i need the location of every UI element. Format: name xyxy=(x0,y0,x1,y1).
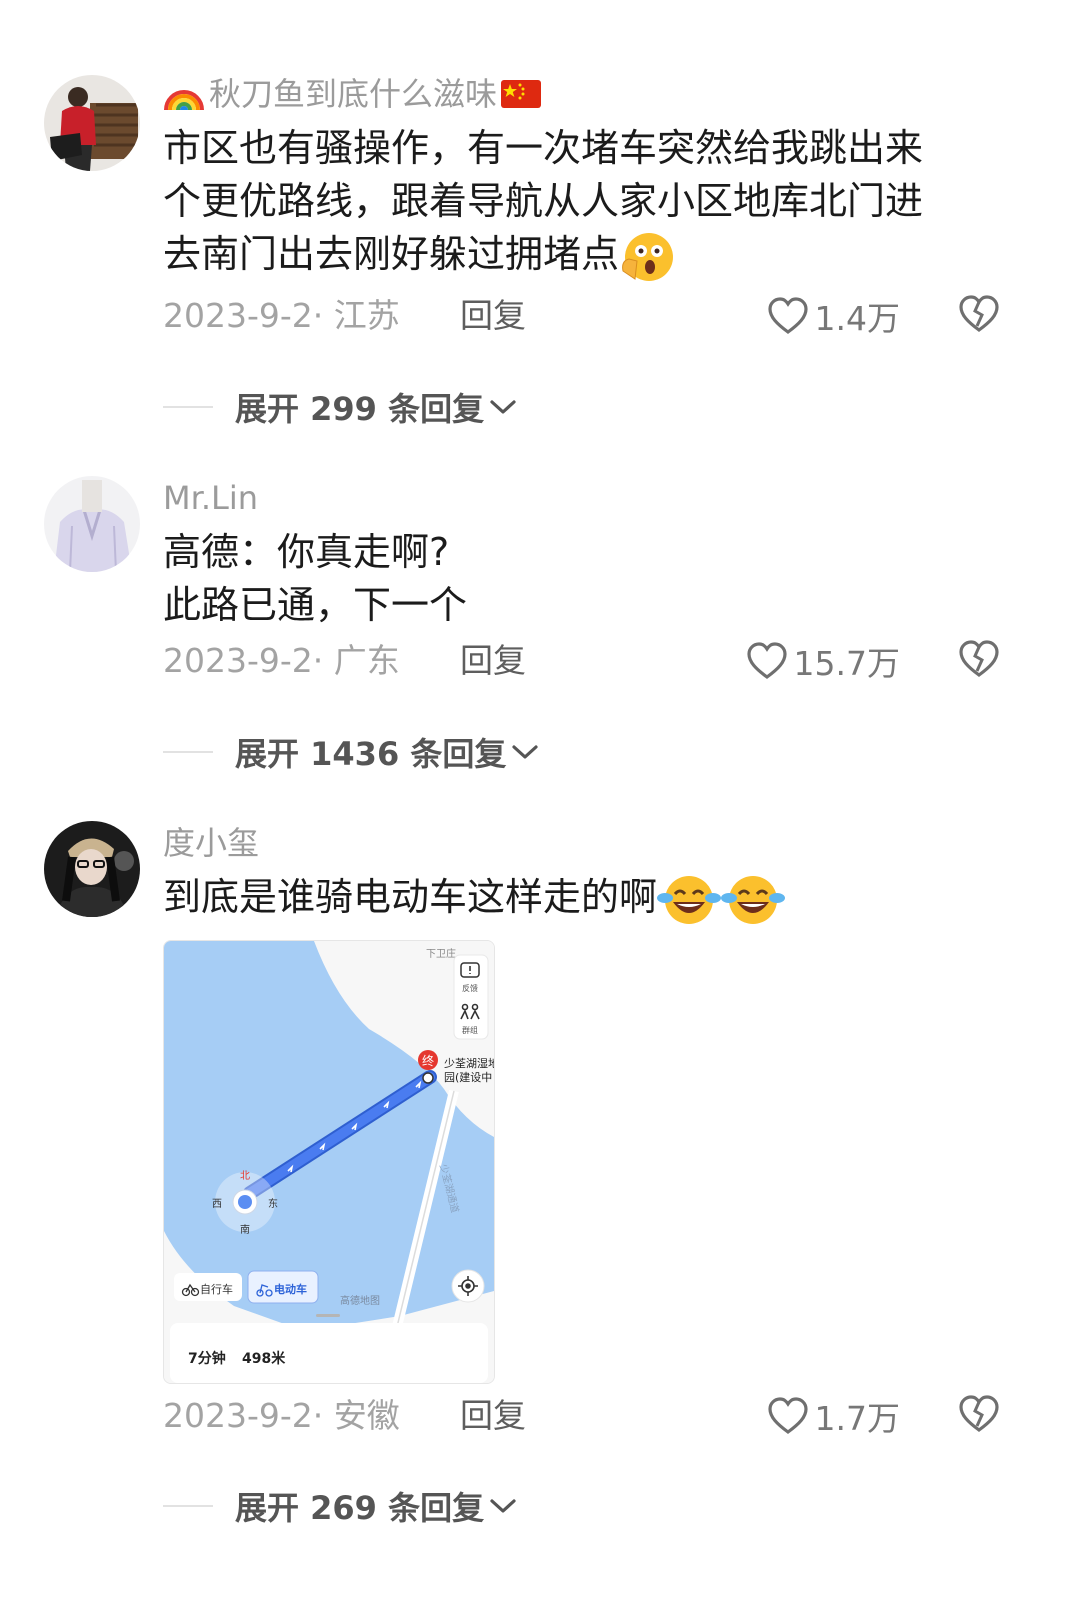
dislike-button[interactable] xyxy=(958,294,1000,342)
compass-north: 北 xyxy=(240,1170,250,1182)
dislike-button[interactable] xyxy=(958,1394,1000,1442)
bike-mode-tab[interactable]: 自行车 xyxy=(174,1273,242,1301)
heart-icon xyxy=(746,642,787,679)
compass-west: 西 xyxy=(212,1199,222,1210)
comment-text: 高德：你真走啊? 此路已通，下一个 xyxy=(163,530,468,627)
expand-replies[interactable]: 展开 1436 条回复 xyxy=(163,728,540,776)
reply-button[interactable]: 回复 xyxy=(460,637,526,685)
heart-icon xyxy=(767,1397,808,1434)
avatar[interactable] xyxy=(44,75,140,171)
ebike-mode-tab[interactable]: 电动车 xyxy=(247,1270,319,1304)
compass-east: 东 xyxy=(268,1197,278,1210)
dislike-button[interactable] xyxy=(958,639,1000,687)
destination-marker: 终 xyxy=(422,1053,434,1068)
avatar[interactable] xyxy=(44,821,140,917)
like-count: 1.7万 xyxy=(814,1399,900,1438)
username[interactable]: 秋刀鱼到底什么滋味 xyxy=(163,72,1020,116)
like-count: 1.4万 xyxy=(814,299,900,338)
like-button[interactable]: 15.7万 xyxy=(746,637,900,685)
destination-name-2: 园(建设中 xyxy=(444,1070,492,1084)
rainbow-emoji xyxy=(164,90,204,111)
attached-map-image[interactable]: 少荃湖通道 终 少荃湖湿地 园(建设中 下卫庄 反馈 群组 北 西 东 南 自行… xyxy=(163,940,495,1384)
destination-name: 少荃湖湿地 xyxy=(444,1056,494,1070)
ebike-mode-label: 电动车 xyxy=(274,1282,307,1296)
chevron-down-icon xyxy=(490,1499,516,1513)
chevron-down-icon xyxy=(512,745,538,759)
avatar[interactable] xyxy=(44,476,140,572)
like-count: 15.7万 xyxy=(793,644,900,683)
divider xyxy=(163,751,213,753)
broken-heart-icon xyxy=(959,1395,999,1432)
comment-text: 市区也有骚操作，有一次堵车突然给我跳出来 个更优路线，跟着导航从人家小区地库北门… xyxy=(163,122,1020,283)
group-label: 群组 xyxy=(462,1025,478,1035)
route-duration: 7分钟 xyxy=(188,1350,226,1367)
crying-laughing-emoji xyxy=(657,875,722,924)
username[interactable]: 度小玺 xyxy=(163,821,1020,865)
broken-heart-icon xyxy=(959,640,999,677)
comment-text: 到底是谁骑电动车这样走的啊 xyxy=(163,871,1020,926)
date-location: 2023-9-2· 广东 xyxy=(163,641,400,680)
expand-replies[interactable]: 展开 269 条回复 xyxy=(163,1482,518,1530)
reply-button[interactable]: 回复 xyxy=(460,292,526,340)
expand-replies[interactable]: 展开 299 条回复 xyxy=(163,383,518,431)
chevron-down-icon xyxy=(490,400,516,414)
crying-laughing-emoji xyxy=(721,875,786,924)
heart-icon xyxy=(767,297,808,334)
map-place-label: 下卫庄 xyxy=(426,947,456,960)
date-location: 2023-9-2· 江苏 xyxy=(163,296,400,335)
map-watermark: 高德地图 xyxy=(340,1294,380,1307)
comment-meta: 2023-9-2· 广东 回复 15.7万 xyxy=(163,637,1020,685)
compass-south: 南 xyxy=(240,1223,250,1236)
comment-meta: 2023-9-2· 安徽 回复 1.7万 xyxy=(163,1392,1020,1440)
username[interactable]: Mr.Lin xyxy=(163,476,1020,520)
like-button[interactable]: 1.4万 xyxy=(767,292,900,340)
route-distance: 498米 xyxy=(242,1350,286,1367)
date-location: 2023-9-2· 安徽 xyxy=(163,1396,400,1435)
divider xyxy=(163,406,213,408)
shocked-face-emoji xyxy=(622,232,674,281)
feedback-label: 反馈 xyxy=(462,983,478,993)
like-button[interactable]: 1.7万 xyxy=(767,1392,900,1440)
bike-mode-label: 自行车 xyxy=(200,1282,233,1296)
comment-meta: 2023-9-2· 江苏 回复 1.4万 xyxy=(163,292,1020,340)
divider xyxy=(163,1505,213,1507)
reply-button[interactable]: 回复 xyxy=(460,1392,526,1440)
china-flag-emoji xyxy=(501,80,542,108)
broken-heart-icon xyxy=(959,295,999,332)
